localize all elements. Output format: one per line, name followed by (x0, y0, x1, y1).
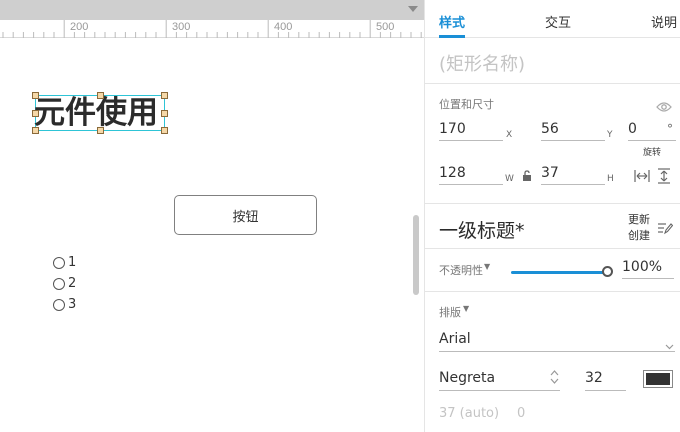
resize-handle-middle-right[interactable] (161, 110, 168, 117)
ruler-label-400: 400 (274, 21, 293, 33)
chevron-down-icon[interactable] (665, 335, 674, 354)
position-size-section: 位置和尺寸 170 X 56 Y 0 ° 旋转 128 W 37 H (425, 84, 680, 204)
text-style-section: 一级标题* 更新 创建 (425, 204, 680, 249)
font-weight-select[interactable]: Negreta (439, 367, 560, 391)
font-size-input[interactable]: 32 (585, 367, 626, 391)
fit-width-icon[interactable] (634, 168, 650, 187)
opacity-section: 不透明性 ▼ 100% (425, 249, 680, 292)
ruler-label-500: 500 (376, 21, 395, 33)
rotation-label: 旋转 (643, 148, 662, 158)
opacity-label: 不透明性 (439, 264, 483, 277)
font-weight-value: Negreta (439, 370, 496, 386)
unlock-aspect-icon[interactable] (522, 167, 532, 186)
edit-style-icon[interactable] (657, 220, 674, 239)
eye-icon[interactable] (656, 98, 672, 117)
height-input[interactable]: 37 (541, 163, 605, 185)
resize-handle-top-middle[interactable] (97, 92, 104, 99)
tab-interaction[interactable]: 交互 (545, 12, 571, 31)
horizontal-ruler: 200 300 400 500 (0, 20, 424, 38)
x-unit-label: X (506, 130, 513, 140)
radio-item-2[interactable]: 2 (53, 276, 76, 291)
typography-section: 排版 ▼ Arial Negreta 32 37 (auto) 0 (425, 292, 680, 432)
canvas-top-bar (0, 0, 424, 20)
button-widget-label: 按钮 (232, 209, 259, 225)
dropdown-arrow-icon[interactable] (408, 6, 418, 12)
design-canvas[interactable]: 200 300 400 500 元件使用 按钮 1 2 3 (0, 0, 424, 432)
font-size-value: 32 (585, 370, 603, 386)
typography-title: 排版 (439, 306, 461, 319)
tab-notes[interactable]: 说明 (651, 12, 677, 31)
radio-circle-icon[interactable] (53, 298, 65, 311)
create-style-link[interactable]: 创建 (628, 228, 650, 244)
heading-widget-selected[interactable]: 元件使用 (32, 92, 168, 134)
height-unit-label: H (607, 174, 614, 184)
tab-style[interactable]: 样式 (439, 12, 465, 31)
style-actions: 更新 创建 (628, 212, 650, 244)
radio-label: 3 (68, 297, 77, 312)
degree-symbol: ° (667, 122, 673, 136)
text-color-swatch[interactable] (643, 370, 673, 388)
chevron-down-icon[interactable]: ▼ (463, 304, 469, 313)
y-position-input[interactable]: 56 (541, 119, 605, 141)
position-size-title: 位置和尺寸 (439, 98, 494, 111)
resize-handle-top-left[interactable] (32, 92, 39, 99)
canvas-vertical-scrollbar[interactable] (413, 215, 419, 295)
radio-label: 2 (68, 276, 77, 291)
chevron-down-icon[interactable]: ▼ (484, 262, 490, 271)
resize-handle-bottom-right[interactable] (161, 127, 168, 134)
ruler-label-300: 300 (172, 21, 191, 33)
heading-text: 元件使用 (34, 95, 158, 131)
resize-handle-middle-left[interactable] (32, 110, 39, 117)
ruler-label-200: 200 (70, 21, 89, 33)
update-style-link[interactable]: 更新 (628, 212, 650, 228)
widget-name-section: (矩形名称) (425, 38, 680, 84)
resize-handle-bottom-left[interactable] (32, 127, 39, 134)
radio-label: 1 (68, 255, 77, 270)
chevron-up-down-icon[interactable] (550, 369, 559, 389)
button-widget[interactable]: 按钮 (174, 195, 317, 235)
opacity-slider-thumb[interactable] (602, 266, 613, 277)
widget-name-input[interactable]: (矩形名称) (439, 50, 525, 76)
style-name-dropdown[interactable]: 一级标题* (439, 216, 525, 243)
radio-item-1[interactable]: 1 (53, 255, 76, 270)
opacity-slider-track[interactable] (511, 271, 607, 274)
width-unit-label: W (505, 174, 514, 184)
opacity-input[interactable]: 100% (622, 257, 674, 279)
font-family-select[interactable]: Arial (439, 328, 675, 352)
resize-handle-bottom-middle[interactable] (97, 127, 104, 134)
font-family-value: Arial (439, 331, 471, 347)
width-input[interactable]: 128 (439, 163, 503, 185)
radio-circle-icon[interactable] (53, 256, 65, 269)
inspector-panel: 样式 交互 说明 (矩形名称) 位置和尺寸 170 X 56 Y 0 ° 旋转 … (424, 0, 680, 432)
resize-handle-top-right[interactable] (161, 92, 168, 99)
fit-height-icon[interactable] (657, 168, 671, 188)
radio-circle-icon[interactable] (53, 277, 65, 290)
line-height-input[interactable]: 37 (auto) (439, 406, 499, 421)
inspector-tabs: 样式 交互 说明 (425, 0, 680, 38)
y-unit-label: Y (607, 130, 613, 140)
x-position-input[interactable]: 170 (439, 119, 503, 141)
ruler-ticks (2, 20, 422, 38)
radio-item-3[interactable]: 3 (53, 297, 76, 312)
letter-spacing-input[interactable]: 0 (517, 406, 525, 421)
